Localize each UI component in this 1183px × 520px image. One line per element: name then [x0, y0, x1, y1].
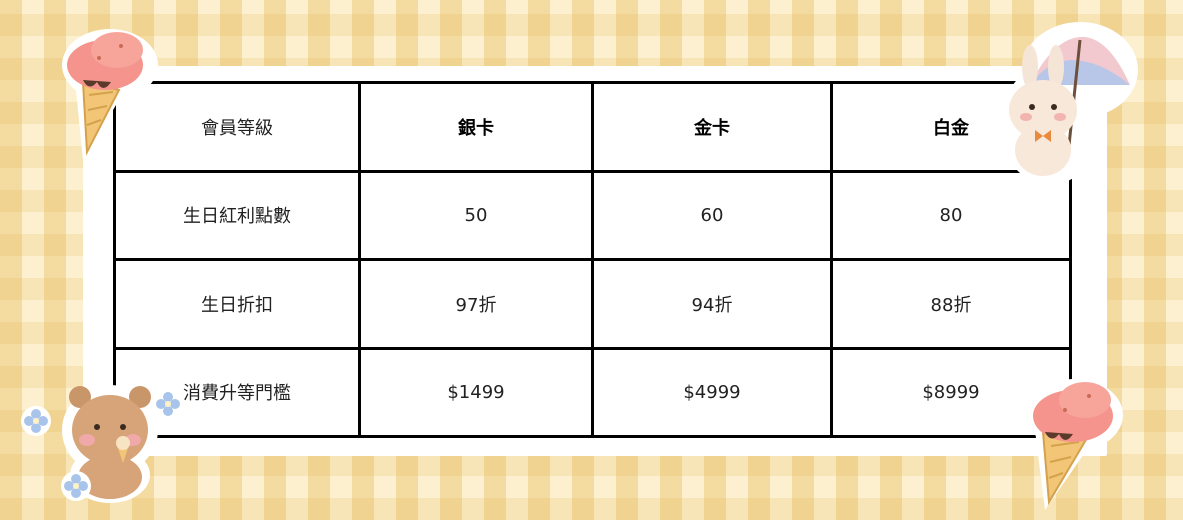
flower-icon [153, 389, 183, 419]
row-label: 生日折扣 [113, 258, 361, 350]
table-cell: 94折 [591, 258, 833, 350]
ice-cream-icon [1027, 379, 1123, 510]
bunny-umbrella-icon [1000, 22, 1138, 185]
table-cell: 88折 [830, 258, 1072, 350]
table-row: 生日折扣 97折 94折 88折 [113, 258, 1072, 350]
ice-cream-icon [62, 29, 158, 160]
flower-icon [21, 406, 51, 436]
flower-icon [61, 471, 91, 501]
row-label: 生日紅利點數 [113, 169, 361, 261]
table-cell: 97折 [358, 258, 594, 350]
table-row: 生日紅利點數 50 60 80 [113, 169, 1072, 261]
table-cell: $1499 [358, 346, 594, 438]
table-row: 消費升等門檻 $1499 $4999 $8999 [113, 346, 1072, 438]
tier-gold: 金卡 [591, 81, 833, 173]
membership-table: 會員等級 銀卡 金卡 白金 生日紅利點數 50 60 80 生日折扣 97折 9… [113, 81, 1072, 438]
table-cell: 60 [591, 169, 833, 261]
tier-silver: 銀卡 [358, 81, 594, 173]
table-cell: $4999 [591, 346, 833, 438]
table-cell: 50 [358, 169, 594, 261]
header-row: 會員等級 銀卡 金卡 白金 [113, 81, 1072, 173]
